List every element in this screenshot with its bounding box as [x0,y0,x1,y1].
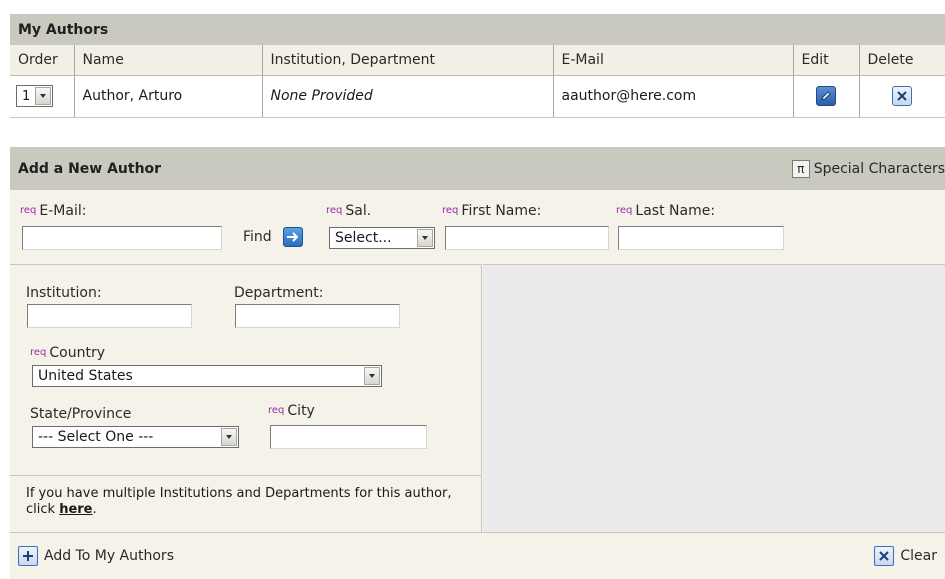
column-header-institution: Institution, Department [262,45,554,76]
blank-side-panel [483,264,945,532]
add-author-panel: Add a New Author π Special Characters re… [10,147,945,579]
add-author-title: Add a New Author [18,160,162,177]
first-name-input[interactable] [445,226,609,250]
my-authors-panel: My Authors Order Name Institution, Depar… [10,14,945,134]
country-label: req Country [30,345,106,361]
name-email-row: req E-Mail: Find req Sal. Select... req Fir… [10,190,945,264]
order-value: 1 [22,88,31,104]
chevron-down-icon[interactable] [221,428,237,446]
department-label: Department: [234,285,324,301]
multiple-institutions-note: If you have multiple Institutions and De… [10,475,481,532]
order-select[interactable]: 1 [16,85,54,107]
special-characters-label: Special Characters [813,160,945,177]
authors-table-header: Order Name Institution, Department E-Mai… [10,45,945,76]
column-header-delete: Delete [859,45,945,76]
city-label: req City [268,403,315,419]
x-icon [874,546,895,566]
country-select[interactable]: United States [32,365,382,387]
chevron-down-icon[interactable] [364,367,380,385]
column-header-order: Order [10,45,75,76]
delete-x-icon[interactable] [892,86,913,106]
pi-icon: π [791,159,810,178]
add-to-my-authors-button[interactable]: Add To My Authors [18,546,174,566]
author-name: Author, Arturo [74,75,263,118]
state-province-select[interactable]: --- Select One --- [32,426,239,448]
edit-pencil-icon[interactable] [816,86,836,106]
add-author-title-bar: Add a New Author π Special Characters [10,147,945,190]
add-author-footer: Add To My Authors Clear [10,532,945,579]
institution-label: Institution: [26,285,102,301]
arrow-right-icon[interactable] [283,227,303,247]
plus-icon [18,546,38,566]
author-email: aauthor@here.com [553,75,794,118]
department-input[interactable] [235,304,400,328]
email-input[interactable] [22,226,222,250]
email-label: req E-Mail: [20,203,87,219]
special-characters-button[interactable]: π Special Characters [791,159,945,178]
column-header-edit: Edit [793,45,860,76]
salutation-label: req Sal. [326,203,372,219]
req-marker: req [20,205,37,216]
state-province-label: State/Province [30,406,132,422]
column-header-email: E-Mail [553,45,794,76]
chevron-down-icon[interactable] [417,229,433,247]
my-authors-title: My Authors [10,14,945,45]
last-name-input[interactable] [618,226,784,250]
city-input[interactable] [270,425,427,449]
salutation-select[interactable]: Select... [329,227,435,249]
clear-button[interactable]: Clear [874,546,937,566]
find-label: Find [243,229,272,245]
column-header-name: Name [74,45,263,76]
chevron-down-icon[interactable] [35,87,52,105]
author-institution: None Provided [262,75,554,118]
first-name-label: req First Name: [442,203,542,219]
table-row: 1 Author, Arturo None Provided aauthor@h… [10,75,945,118]
authors-table: Order Name Institution, Department E-Mai… [10,45,945,118]
here-link[interactable]: here [59,502,92,517]
affiliation-section: Institution: Department: req Country Unit… [10,264,482,532]
institution-input[interactable] [27,304,192,328]
last-name-label: req Last Name: [616,203,716,219]
